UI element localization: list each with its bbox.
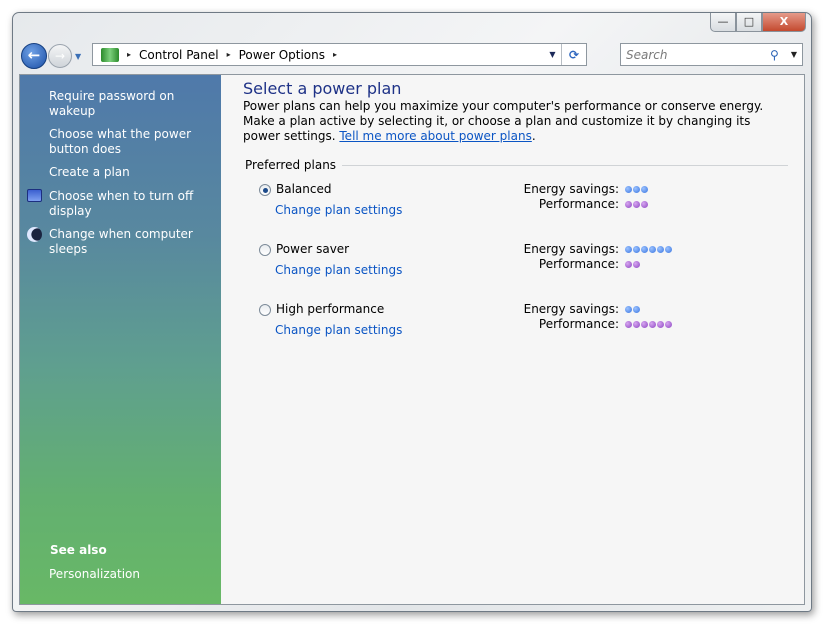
rating-dot xyxy=(625,321,632,328)
rating-dot xyxy=(625,306,632,313)
sidebar-item-create-plan[interactable]: Create a plan xyxy=(20,165,221,181)
rating-dot xyxy=(657,246,664,253)
search-dropdown[interactable]: ▼ xyxy=(786,50,802,59)
display-clock-icon xyxy=(27,189,42,202)
sidebar-item-computer-sleeps[interactable]: Change when computer sleeps xyxy=(20,227,221,257)
rating-dot xyxy=(641,321,648,328)
plan-0: Balanced Change plan settings Energy sav… xyxy=(259,181,799,221)
content-area: Require password on wakeup Choose what t… xyxy=(19,74,805,605)
sidebar-item-label[interactable]: Choose when to turn off display xyxy=(49,189,219,219)
address-dropdown[interactable]: ▼ xyxy=(544,44,562,65)
back-button[interactable]: ← xyxy=(21,43,47,69)
performance-label: Performance: xyxy=(538,197,619,211)
page-description: Power plans can help you maximize your c… xyxy=(243,99,788,144)
group-label: Preferred plans xyxy=(245,158,337,172)
energy-savings-rating xyxy=(625,306,640,313)
energy-savings-label: Energy savings: xyxy=(523,182,619,196)
sidebar-item-turn-off-display[interactable]: Choose when to turn off display xyxy=(20,189,221,219)
minimize-button[interactable]: — xyxy=(710,13,736,32)
energy-savings-rating xyxy=(625,246,672,253)
sidebar-item-label[interactable]: Change when computer sleeps xyxy=(49,227,219,257)
plan-name[interactable]: Balanced xyxy=(276,182,331,196)
plan-name[interactable]: Power saver xyxy=(276,242,349,256)
description-period: . xyxy=(531,129,536,143)
sidebar-item-label[interactable]: Create a plan xyxy=(49,165,219,181)
rating-dot xyxy=(633,306,640,313)
nav-buttons: ← → ▼ xyxy=(21,43,81,69)
rating-dot xyxy=(633,321,640,328)
rating-dot xyxy=(649,321,656,328)
sidebar-item-require-password[interactable]: Require password on wakeup xyxy=(20,89,221,119)
plan-1: Power saver Change plan settings Energy … xyxy=(259,241,799,281)
search-input[interactable]: Search xyxy=(626,48,668,62)
main-pane: Select a power plan Power plans can help… xyxy=(221,75,804,604)
address-bar[interactable]: ▸ Control Panel ▸ Power Options ▸ ▼ ⟳ xyxy=(92,43,587,66)
performance-rating xyxy=(625,321,672,328)
performance-rating xyxy=(625,261,640,268)
rating-dot xyxy=(665,321,672,328)
rating-dot xyxy=(633,261,640,268)
page-title: Select a power plan xyxy=(243,79,402,98)
change-plan-settings-link[interactable]: Change plan settings xyxy=(275,203,402,217)
forward-button[interactable]: → xyxy=(48,44,72,68)
rating-dot xyxy=(633,246,640,253)
chevron-right-icon[interactable]: ▸ xyxy=(127,50,131,59)
energy-savings-label: Energy savings: xyxy=(523,242,619,256)
rating-dot xyxy=(641,201,648,208)
recent-pages-dropdown[interactable]: ▼ xyxy=(75,52,81,61)
rating-dot xyxy=(649,246,656,253)
rating-dot xyxy=(625,261,632,268)
close-button[interactable]: X xyxy=(762,13,806,32)
rating-dot xyxy=(633,201,640,208)
rating-dot xyxy=(657,321,664,328)
divider xyxy=(342,164,788,166)
sidebar-item-power-button[interactable]: Choose what the power button does xyxy=(20,127,221,157)
preferred-plans-group: Preferred plans xyxy=(245,158,788,172)
performance-label: Performance: xyxy=(538,257,619,271)
rating-dot xyxy=(633,186,640,193)
performance-rating xyxy=(625,201,648,208)
rating-dot xyxy=(665,246,672,253)
caption-buttons: — □ X xyxy=(710,13,806,32)
sidebar-item-label[interactable]: Require password on wakeup xyxy=(49,89,219,119)
plan-name[interactable]: High performance xyxy=(276,302,384,316)
search-box[interactable]: Search ⚲ ▼ xyxy=(620,43,803,66)
plan-radio[interactable] xyxy=(259,304,271,316)
link-personalization[interactable]: Personalization xyxy=(49,567,140,581)
breadcrumb-control-panel[interactable]: Control Panel xyxy=(139,48,219,62)
power-options-icon xyxy=(101,47,119,62)
energy-savings-label: Energy savings: xyxy=(523,302,619,316)
rating-dot xyxy=(641,246,648,253)
plan-radio[interactable] xyxy=(259,244,271,256)
performance-label: Performance: xyxy=(538,317,619,331)
search-icon[interactable]: ⚲ xyxy=(770,48,786,62)
plan-radio[interactable] xyxy=(259,184,271,196)
rating-dot xyxy=(625,246,632,253)
chevron-right-icon[interactable]: ▸ xyxy=(227,50,231,59)
rating-dot xyxy=(641,186,648,193)
moon-icon xyxy=(27,227,42,242)
plan-2: High performance Change plan settings En… xyxy=(259,301,799,341)
maximize-button[interactable]: □ xyxy=(736,13,762,32)
tell-me-more-link[interactable]: Tell me more about power plans xyxy=(339,129,531,143)
chevron-right-icon[interactable]: ▸ xyxy=(333,50,337,59)
see-also-heading: See also xyxy=(50,543,107,557)
rating-dot xyxy=(625,201,632,208)
task-pane: Require password on wakeup Choose what t… xyxy=(20,75,221,604)
energy-savings-rating xyxy=(625,186,648,193)
change-plan-settings-link[interactable]: Change plan settings xyxy=(275,323,402,337)
breadcrumb-power-options[interactable]: Power Options xyxy=(239,48,325,62)
rating-dot xyxy=(625,186,632,193)
change-plan-settings-link[interactable]: Change plan settings xyxy=(275,263,402,277)
sidebar-item-label[interactable]: Choose what the power button does xyxy=(49,127,219,157)
window: — □ X ← → ▼ ▸ Control Panel ▸ Power Opti… xyxy=(12,12,812,612)
refresh-icon[interactable]: ⟳ xyxy=(562,48,586,62)
